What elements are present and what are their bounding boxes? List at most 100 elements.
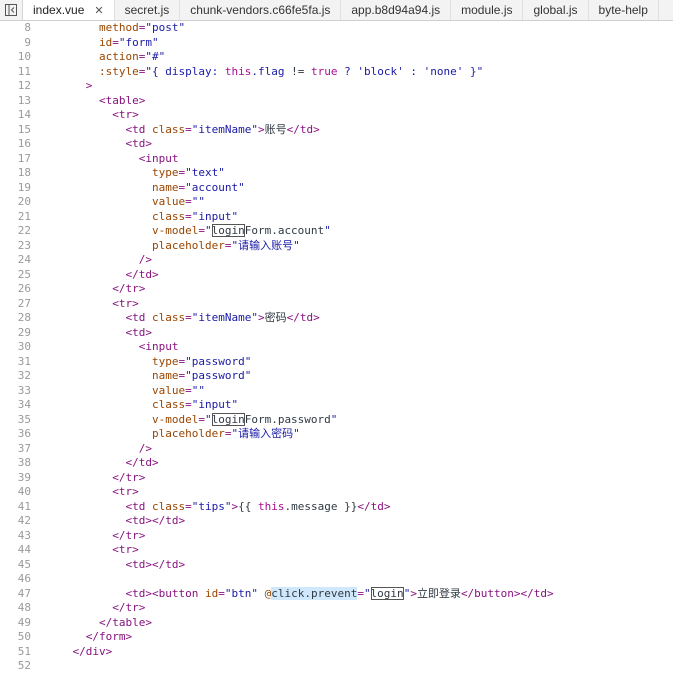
- code-line[interactable]: 38 </td>: [0, 456, 673, 471]
- code-line[interactable]: 27 <tr>: [0, 297, 673, 312]
- code-line[interactable]: 25 </td>: [0, 268, 673, 283]
- code-token: <tr>: [112, 485, 139, 498]
- code-line[interactable]: 19 name="account": [0, 181, 673, 196]
- tab-1[interactable]: secret.js: [115, 0, 181, 20]
- code-line[interactable]: 50 </form>: [0, 630, 673, 645]
- code-token: "#": [145, 50, 166, 63]
- line-number: 38: [17, 456, 31, 469]
- code-token: "text": [185, 166, 225, 179]
- code-line[interactable]: 8 method="post": [0, 21, 673, 36]
- code-token: <td: [125, 499, 152, 513]
- code-line[interactable]: 33 value="": [0, 384, 673, 399]
- code-line[interactable]: 36 placeholder="请输入密码": [0, 427, 673, 442]
- code-token: <input: [138, 340, 179, 353]
- code-editor[interactable]: 8 method="post" 9 id="form" 10 action="#" 1…: [0, 21, 673, 674]
- code-text: class="input": [31, 398, 238, 413]
- code-token: </button></td>: [460, 586, 554, 600]
- code-token: >: [257, 122, 265, 136]
- code-token: ?: [337, 64, 358, 78]
- code-text: name="account": [31, 181, 245, 196]
- code-line[interactable]: 34 class="input": [0, 398, 673, 413]
- code-token: <input: [138, 151, 179, 165]
- code-line[interactable]: 11 :style="{ display: this.flag != true …: [0, 65, 673, 80]
- code-line[interactable]: 29 <td>: [0, 326, 673, 341]
- code-line[interactable]: 48 </tr>: [0, 601, 673, 616]
- code-line[interactable]: 21 class="input": [0, 210, 673, 225]
- tab-2[interactable]: chunk-vendors.c66fe5fa.js: [180, 0, 342, 20]
- code-line[interactable]: 41 <td class="tips">{{ this.message }}</…: [0, 500, 673, 515]
- code-line[interactable]: 39 </tr>: [0, 471, 673, 486]
- code-token: "tips": [191, 499, 232, 513]
- code-text: />: [31, 253, 152, 268]
- code-line[interactable]: 20 value="": [0, 195, 673, 210]
- code-token: </tr>: [112, 601, 146, 614]
- tab-3[interactable]: app.b8d94a94.js: [341, 0, 452, 20]
- code-token: <table>: [98, 93, 146, 107]
- code-line[interactable]: 44 <tr>: [0, 543, 673, 558]
- code-line[interactable]: 45 <td></td>: [0, 558, 673, 573]
- code-token: class: [151, 209, 186, 223]
- code-line[interactable]: 52: [0, 659, 673, 674]
- code-line[interactable]: 51 </div>: [0, 645, 673, 660]
- code-line[interactable]: 35 v-model="loginForm.password": [0, 412, 673, 428]
- code-line[interactable]: 18 type="text": [0, 166, 673, 181]
- code-line[interactable]: 13 <table>: [0, 94, 673, 109]
- code-line[interactable]: 49 </table>: [0, 616, 673, 631]
- code-line[interactable]: 9 id="form": [0, 36, 673, 51]
- code-line[interactable]: 22 v-model="loginForm.account": [0, 224, 673, 239]
- toggle-navigator-icon[interactable]: [0, 0, 23, 20]
- tab-4[interactable]: module.js: [451, 0, 524, 20]
- code-line[interactable]: 28 <td class="itemName">密码</td>: [0, 311, 673, 326]
- code-line[interactable]: 24 />: [0, 253, 673, 268]
- code-line[interactable]: 31 type="password": [0, 355, 673, 370]
- code-line[interactable]: 17 <input: [0, 152, 673, 167]
- close-tab-icon[interactable]: ✕: [94, 4, 103, 17]
- code-token: =: [185, 122, 192, 136]
- code-line[interactable]: 12 >: [0, 79, 673, 94]
- code-line[interactable]: 46: [0, 572, 673, 587]
- code-line[interactable]: 47 <td><button id="btn" @click.prevent="…: [0, 586, 673, 602]
- tab-6[interactable]: byte-help: [589, 0, 659, 20]
- code-line[interactable]: 42 <td></td>: [0, 514, 673, 529]
- code-text: </tr>: [31, 471, 145, 486]
- code-line[interactable]: 40 <tr>: [0, 485, 673, 500]
- line-number: 11: [17, 64, 31, 78]
- tab-0[interactable]: index.vue ✕: [23, 0, 115, 20]
- code-token: </tr>: [112, 470, 146, 484]
- code-token: "请输入账号": [231, 238, 300, 252]
- line-number: 18: [17, 166, 31, 179]
- code-line[interactable]: 43 </tr>: [0, 529, 673, 544]
- code-line[interactable]: 37 />: [0, 442, 673, 457]
- code-token: </tr>: [112, 282, 146, 295]
- code-line[interactable]: 30 <input: [0, 340, 673, 355]
- code-line[interactable]: 32 name="password": [0, 369, 673, 384]
- code-text: type="password": [31, 355, 251, 370]
- line-number: 37: [17, 441, 31, 455]
- code-line[interactable]: 15 <td class="itemName">账号</td>: [0, 123, 673, 138]
- code-token: v-model: [151, 412, 199, 426]
- code-line[interactable]: 26 </tr>: [0, 282, 673, 297]
- code-token: ": [204, 224, 212, 237]
- code-line[interactable]: 10 action="#": [0, 50, 673, 65]
- code-token: v-model: [151, 224, 199, 237]
- code-token: ": [324, 224, 331, 237]
- tab-label: index.vue: [33, 3, 85, 17]
- code-line[interactable]: 16 <td>: [0, 137, 673, 152]
- code-token: "password": [185, 354, 252, 368]
- code-line[interactable]: 23 placeholder="请输入账号": [0, 239, 673, 254]
- line-number: 19: [17, 180, 31, 194]
- tab-5[interactable]: global.js: [523, 0, 589, 20]
- code-text: <tr>: [31, 297, 139, 312]
- code-text: </td>: [31, 268, 158, 283]
- code-line[interactable]: 14 <tr>: [0, 108, 673, 123]
- code-text: <td><button id="btn" @click.prevent="log…: [31, 586, 554, 602]
- code-text: name="password": [31, 369, 251, 384]
